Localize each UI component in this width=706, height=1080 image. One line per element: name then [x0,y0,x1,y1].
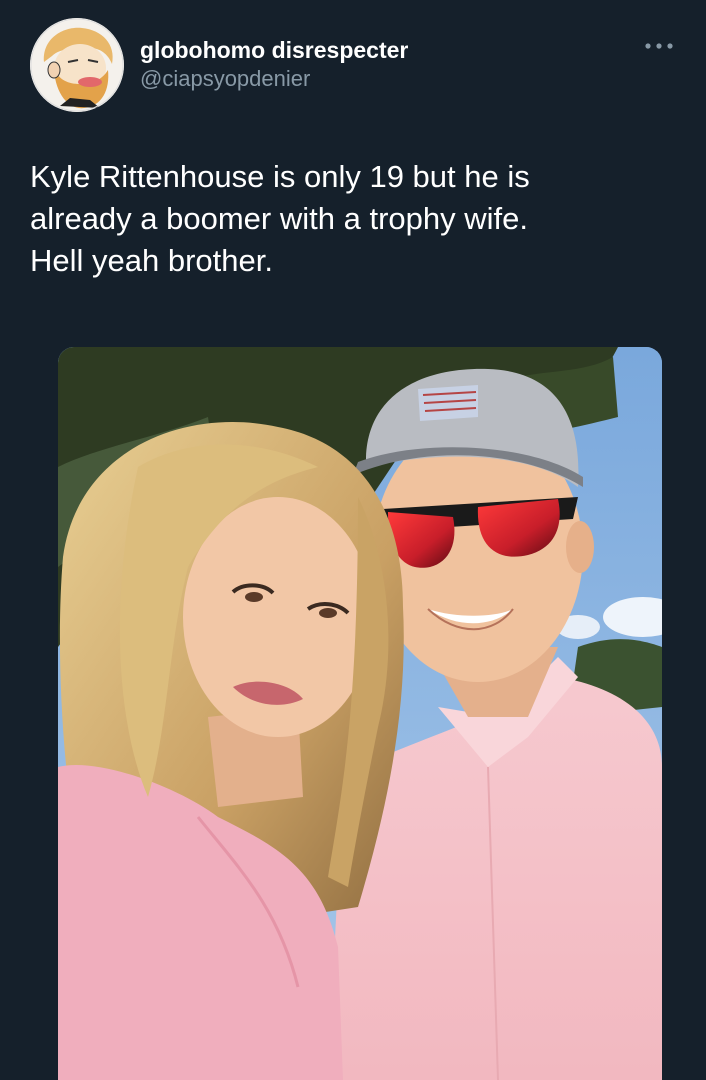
author-avatar[interactable] [30,18,124,112]
bearded-cartoon-avatar-icon [30,18,124,112]
author-display-name[interactable]: globohomo disrespecter [140,36,408,64]
more-horizontal-icon [645,43,673,49]
tweet-card: globohomo disrespecter @ciapsyopdenier K… [0,0,706,1080]
author-handle[interactable]: @ciapsyopdenier [140,64,408,94]
selfie-photo-illustration [58,347,662,1080]
tweet-text: Kyle Rittenhouse is only 19 but he is al… [30,159,530,278]
tweet-photo[interactable] [58,347,662,1080]
more-options-button[interactable] [642,36,676,56]
tweet-header: globohomo disrespecter @ciapsyopdenier [30,18,676,114]
author-names: globohomo disrespecter @ciapsyopdenier [140,36,408,94]
